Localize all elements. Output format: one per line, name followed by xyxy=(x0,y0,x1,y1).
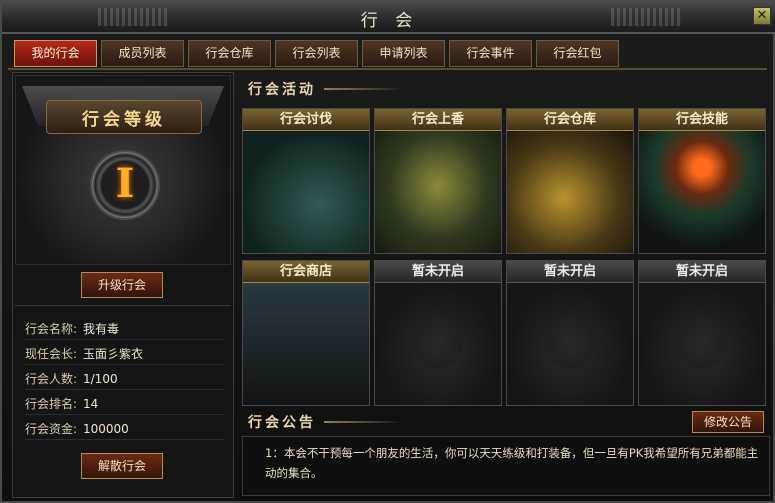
info-row-rank: 行会排名: 14 xyxy=(25,393,225,415)
guild-level-value: I xyxy=(115,160,135,207)
close-icon[interactable]: ✕ xyxy=(753,7,771,25)
activity-card-label: 行会商店 xyxy=(243,261,369,283)
activities-heading-text: 行会活动 xyxy=(248,82,316,98)
guild-level-box: 行会等级 I xyxy=(15,75,231,265)
activity-card-skill[interactable]: 行会技能 xyxy=(638,108,766,254)
activity-card-label: 暂未开启 xyxy=(639,261,765,283)
guild-fight-image xyxy=(243,131,369,253)
activity-card-locked: 暂未开启 xyxy=(638,260,766,406)
info-row-name: 行会名称: 我有毒 xyxy=(25,318,225,340)
tab-member-list[interactable]: 成员列表 xyxy=(101,40,184,67)
demon-mask-icon xyxy=(677,313,727,369)
activity-card-label: 行会上香 xyxy=(375,109,501,131)
notice-text: 1：本会不干预每一个朋友的生活，你可以天天练级和打装备，但一旦有PK我希望所有兄… xyxy=(242,436,770,496)
tab-guild-events[interactable]: 行会事件 xyxy=(449,40,532,67)
locked-slot-image xyxy=(375,283,501,405)
activity-card-warehouse[interactable]: 行会仓库 xyxy=(506,108,634,254)
upgrade-guild-button[interactable]: 升级行会 xyxy=(81,272,163,298)
info-label: 行会排名: xyxy=(25,397,78,411)
demon-mask-icon xyxy=(413,313,463,369)
title-bar: 行 会 ✕ xyxy=(2,2,775,34)
guild-skill-image xyxy=(639,131,765,253)
guild-leader-value: 玉面彡紫衣 xyxy=(83,347,144,361)
title-ornament-right xyxy=(611,8,681,26)
activities-heading: 行会活动 xyxy=(248,77,404,101)
activity-card-label: 暂未开启 xyxy=(375,261,501,283)
guild-level-title: 行会等级 xyxy=(82,110,166,130)
demon-mask-icon xyxy=(545,313,595,369)
heading-ornament xyxy=(324,88,404,90)
info-row-members: 行会人数: 1/100 xyxy=(25,368,225,390)
info-row-leader: 现任会长: 玉面彡紫衣 xyxy=(25,343,225,365)
activity-card-locked: 暂未开启 xyxy=(506,260,634,406)
guild-name-value: 我有毒 xyxy=(83,322,120,336)
tab-guild-warehouse[interactable]: 行会仓库 xyxy=(188,40,271,67)
notice-heading: 行会公告 xyxy=(248,410,404,434)
tab-bar: 我的行会 成员列表 行会仓库 行会列表 申请列表 行会事件 行会红包 xyxy=(14,40,619,68)
activity-card-label: 行会技能 xyxy=(639,109,765,131)
guild-warehouse-image xyxy=(507,131,633,253)
activity-card-locked: 暂未开启 xyxy=(374,260,502,406)
tab-guild-red-packet[interactable]: 行会红包 xyxy=(536,40,619,67)
info-row-funds: 行会资金: 100000 xyxy=(25,418,225,440)
edit-notice-button[interactable]: 修改公告 xyxy=(692,411,764,433)
locked-slot-image xyxy=(507,283,633,405)
guild-window: 行 会 ✕ 我的行会 成员列表 行会仓库 行会列表 申请列表 行会事件 行会红包… xyxy=(0,0,775,503)
info-label: 现任会长: xyxy=(25,347,78,361)
guild-rank-value: 14 xyxy=(83,397,99,411)
activity-card-incense[interactable]: 行会上香 xyxy=(374,108,502,254)
activity-card-label: 行会讨伐 xyxy=(243,109,369,131)
info-label: 行会资金: xyxy=(25,422,78,436)
guild-funds-value: 100000 xyxy=(83,422,129,436)
guild-info-panel: 行会等级 I 升级行会 行会名称: 我有毒 现任会长: 玉面彡紫衣 行会人数: 1/1… xyxy=(12,72,234,498)
tab-application-list[interactable]: 申请列表 xyxy=(362,40,445,67)
disband-guild-button[interactable]: 解散行会 xyxy=(81,453,163,479)
activity-card-label: 暂未开启 xyxy=(507,261,633,283)
tab-my-guild[interactable]: 我的行会 xyxy=(14,40,97,67)
tab-guild-list[interactable]: 行会列表 xyxy=(275,40,358,67)
activity-card-shop[interactable]: 行会商店 xyxy=(242,260,370,406)
info-label: 行会名称: xyxy=(25,322,78,336)
guild-members-value: 1/100 xyxy=(83,372,118,386)
activity-card-label: 行会仓库 xyxy=(507,109,633,131)
locked-slot-image xyxy=(639,283,765,405)
activity-card-fight[interactable]: 行会讨伐 xyxy=(242,108,370,254)
notice-heading-text: 行会公告 xyxy=(248,415,316,431)
guild-shop-image xyxy=(243,283,369,405)
info-label: 行会人数: xyxy=(25,372,78,386)
guild-incense-image xyxy=(375,131,501,253)
tab-divider xyxy=(8,68,767,70)
heading-ornament xyxy=(324,421,404,423)
